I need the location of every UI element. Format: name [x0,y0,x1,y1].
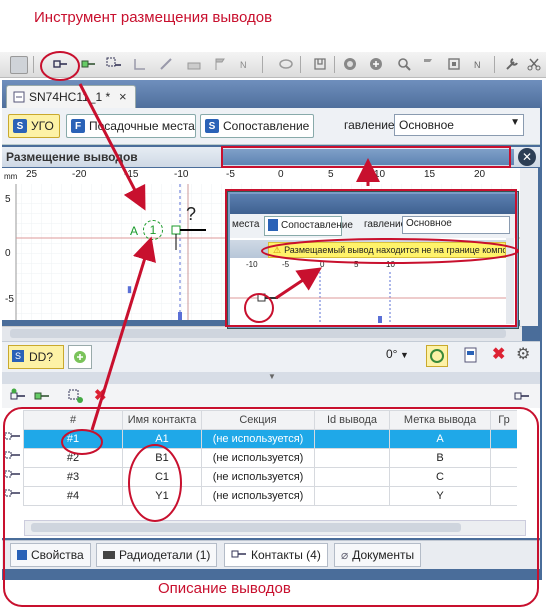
annotation-overlay [3,51,539,607]
caption-bottom: Описание выводов [158,580,291,597]
